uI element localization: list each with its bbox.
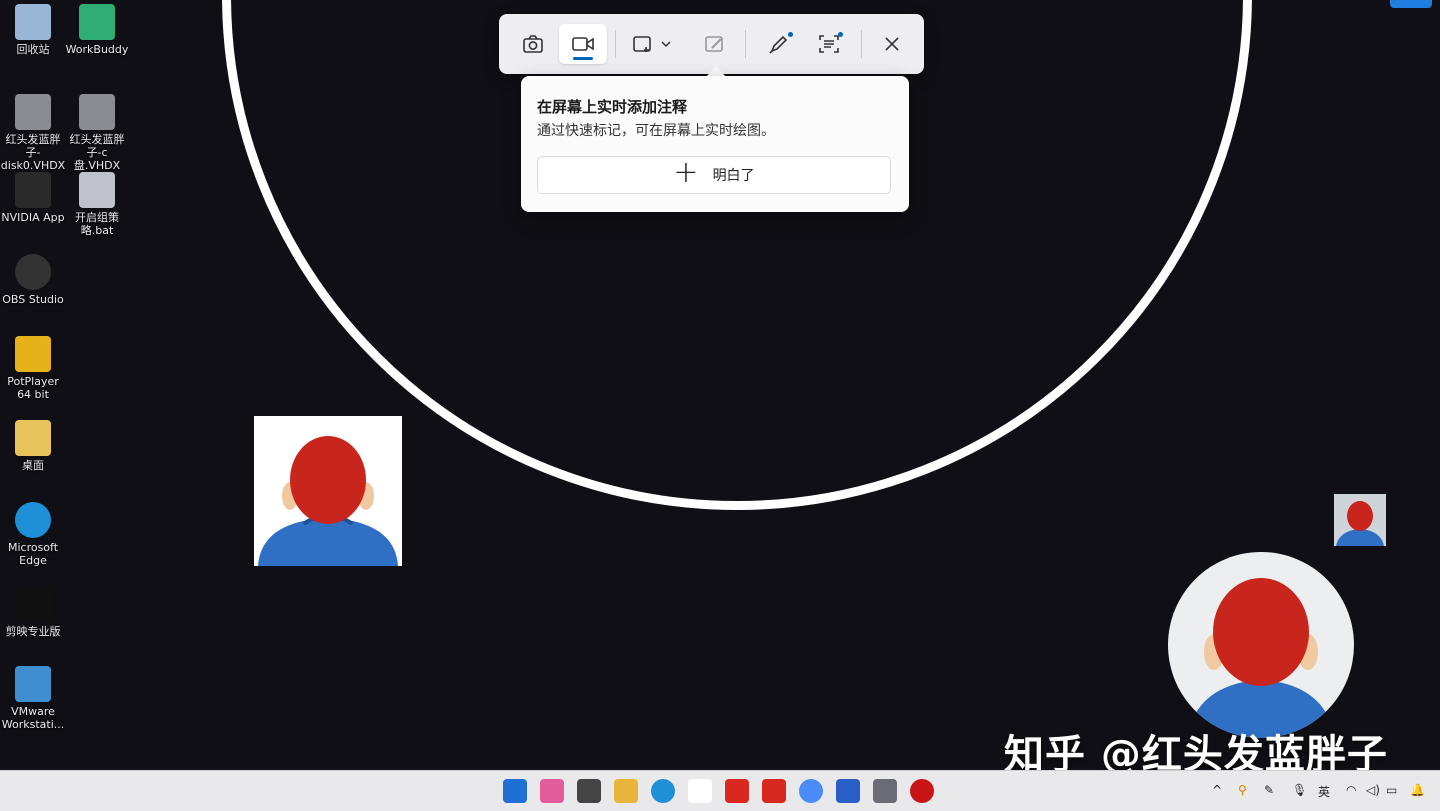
desktop-icon[interactable]: VMware Workstati... bbox=[0, 666, 66, 731]
screen-corner-indicator bbox=[1390, 0, 1432, 8]
panda-app-icon[interactable] bbox=[688, 779, 712, 803]
pen-icon bbox=[769, 35, 788, 54]
pen-tray-icon[interactable]: ✎ bbox=[1264, 783, 1274, 797]
got-it-button[interactable]: + 明白了 bbox=[537, 156, 891, 194]
toolbar-separator bbox=[615, 30, 616, 58]
wps-icon[interactable] bbox=[725, 779, 749, 803]
wifi-icon[interactable]: ◠ bbox=[1346, 783, 1356, 797]
screenshot-mode-button[interactable] bbox=[511, 24, 555, 64]
desktop-icon-label: WorkBuddy bbox=[65, 43, 129, 56]
mic-icon[interactable]: 🎙 bbox=[1292, 783, 1307, 797]
new-feature-dot bbox=[838, 32, 843, 37]
task-view-icon[interactable] bbox=[577, 779, 601, 803]
snipping-toolbar bbox=[499, 14, 924, 74]
desktop-icon[interactable]: 开启组策略.bat bbox=[64, 172, 130, 237]
ai-app-icon[interactable] bbox=[540, 779, 564, 803]
bat-file-icon bbox=[79, 172, 115, 208]
desktop-icon-label: Microsoft Edge bbox=[7, 541, 59, 567]
edge-icon[interactable] bbox=[651, 779, 675, 803]
vhdx-drive-icon bbox=[79, 94, 115, 130]
desktop-icon-label: 红头发蓝胖子-c盘.VHDX bbox=[69, 133, 125, 172]
potplayer-icon bbox=[15, 336, 51, 372]
record-icon[interactable] bbox=[910, 779, 934, 803]
tip-body: 通过快速标记，可在屏幕上实时绘图。 bbox=[537, 123, 775, 139]
shield-app-icon[interactable] bbox=[836, 779, 860, 803]
tip-title: 在屏幕上实时添加注释 bbox=[537, 98, 688, 116]
desktop-icon-label: 回收站 bbox=[16, 43, 50, 56]
desktop-icon[interactable]: 红头发蓝胖子-disk0.VHDX bbox=[0, 94, 66, 172]
obs-icon bbox=[15, 254, 51, 290]
desktop-icon[interactable]: Microsoft Edge bbox=[0, 502, 66, 567]
close-button[interactable] bbox=[871, 24, 913, 64]
desktop-icon[interactable]: NVIDIA App bbox=[0, 172, 66, 224]
marker-pen-button[interactable] bbox=[757, 24, 801, 64]
nvidia-icon bbox=[15, 172, 51, 208]
edge-icon bbox=[15, 502, 51, 538]
desktop-icon[interactable]: PotPlayer 64 bit bbox=[0, 336, 66, 401]
desktop-icon-label: 剪映专业版 bbox=[5, 625, 61, 638]
desktop-icon[interactable]: WorkBuddy bbox=[64, 4, 130, 56]
plus-icon: + bbox=[673, 155, 699, 190]
webcam-avatar-circle bbox=[1168, 552, 1354, 738]
windows-start-icon[interactable] bbox=[503, 779, 527, 803]
chevron-down-icon bbox=[661, 41, 671, 48]
annotation-tip-popup: 在屏幕上实时添加注释 通过快速标记，可在屏幕上实时绘图。 + 明白了 bbox=[521, 76, 909, 212]
desktop-icon[interactable]: 剪映专业版 bbox=[0, 586, 66, 638]
desktop-icon[interactable]: 桌面 bbox=[0, 420, 66, 472]
desktop-icon-label: PotPlayer 64 bit bbox=[7, 375, 59, 401]
close-icon bbox=[885, 37, 899, 51]
recycle-bin-icon bbox=[15, 4, 51, 40]
text-actions-button[interactable] bbox=[807, 24, 851, 64]
avatar-image-large bbox=[254, 416, 402, 566]
desktop-icon[interactable]: OBS Studio bbox=[0, 254, 66, 306]
battery-icon[interactable]: ▭ bbox=[1386, 783, 1397, 797]
pdf-icon[interactable] bbox=[762, 779, 786, 803]
avatar-image-small bbox=[1334, 494, 1386, 546]
workbuddy-icon bbox=[79, 4, 115, 40]
vhdx-drive-icon bbox=[15, 94, 51, 130]
folder-icon bbox=[15, 420, 51, 456]
desktop-icon-label: 红头发蓝胖子-disk0.VHDX bbox=[0, 133, 66, 172]
edit-image-icon bbox=[705, 36, 723, 52]
vmware-icon bbox=[15, 666, 51, 702]
taskbar: ^ ⚲ ✎ 🎙 英 ◠ ◁) ▭ 🔔 bbox=[0, 770, 1440, 811]
toolbar-separator bbox=[745, 30, 746, 58]
capcut-icon bbox=[15, 586, 51, 622]
got-it-label: 明白了 bbox=[712, 168, 755, 184]
text-actions-icon bbox=[819, 35, 839, 53]
video-icon bbox=[572, 37, 594, 51]
desktop-icon-label: OBS Studio bbox=[2, 293, 64, 306]
volume-icon[interactable]: ◁) bbox=[1366, 783, 1380, 797]
ime-indicator[interactable]: 英 bbox=[1318, 783, 1330, 800]
camera-icon bbox=[523, 35, 543, 53]
desktop-icon-label: VMware Workstati... bbox=[1, 705, 65, 731]
desktop-icon-label: 开启组策略.bat bbox=[75, 211, 119, 237]
edit-image-button[interactable] bbox=[693, 24, 737, 64]
settings-icon[interactable] bbox=[873, 779, 897, 803]
search-icon[interactable]: ⚲ bbox=[1238, 783, 1247, 797]
desktop-icon-label: 桌面 bbox=[22, 459, 44, 472]
notification-bell-icon[interactable]: 🔔 bbox=[1410, 783, 1425, 797]
desktop-icon-label: NVIDIA App bbox=[1, 211, 65, 224]
snip-mode-icon bbox=[633, 36, 651, 52]
desktop-icon[interactable]: 回收站 bbox=[0, 4, 66, 56]
active-indicator bbox=[573, 57, 593, 60]
video-mode-button[interactable] bbox=[559, 24, 607, 64]
tray-chevron-icon[interactable]: ^ bbox=[1212, 783, 1222, 797]
chrome-icon[interactable] bbox=[799, 779, 823, 803]
toolbar-separator bbox=[861, 30, 862, 58]
file-explorer-icon[interactable] bbox=[614, 779, 638, 803]
desktop-icon[interactable]: 红头发蓝胖子-c盘.VHDX bbox=[64, 94, 130, 172]
snip-mode-dropdown[interactable] bbox=[625, 24, 679, 64]
new-feature-dot bbox=[788, 32, 793, 37]
